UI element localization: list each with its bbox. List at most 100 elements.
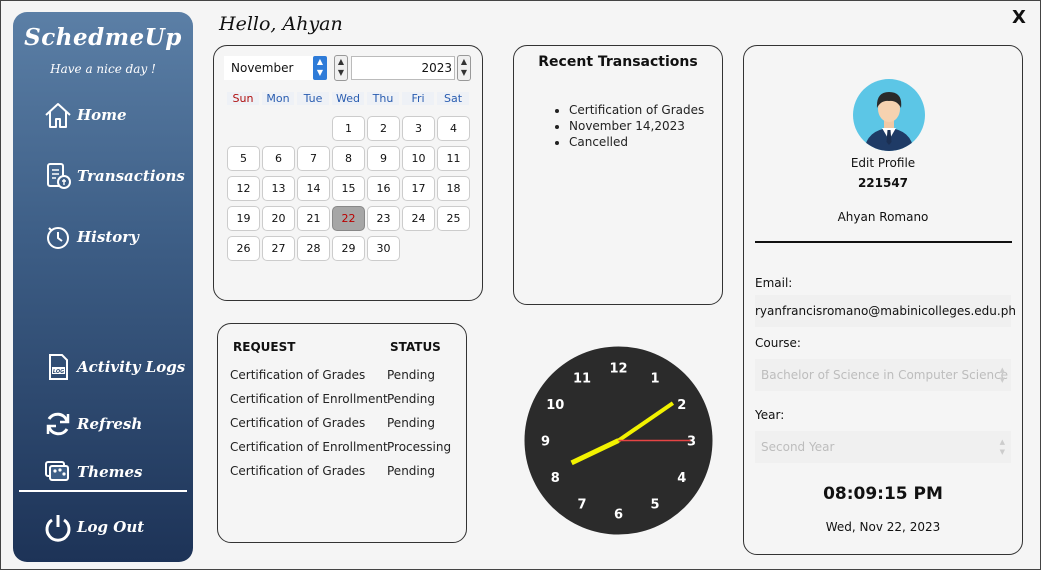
calendar-day[interactable]: 5 — [227, 146, 260, 171]
month-nav-spinner[interactable]: ▲ ▼ — [334, 55, 348, 81]
nav-transactions[interactable]: Transactions — [43, 161, 185, 191]
weekday-header: Thu — [367, 92, 399, 105]
calendar-day[interactable]: 3 — [402, 116, 435, 141]
nav-home[interactable]: Home — [43, 100, 127, 130]
calendar-day[interactable]: 27 — [262, 236, 295, 261]
calendar-day[interactable]: 25 — [437, 206, 470, 231]
student-name: Ahyan Romano — [837, 210, 929, 224]
spinner-arrows-icon: ▲ ▼ — [999, 366, 1005, 384]
year-label: Year: — [755, 408, 785, 422]
calendar-day[interactable]: 11 — [437, 146, 470, 171]
clock-number: 6 — [614, 508, 623, 523]
status-column-header: STATUS — [390, 340, 441, 354]
spinner-arrows-icon: ▲ ▼ — [999, 438, 1005, 456]
request-status: Pending — [387, 368, 435, 382]
calendar-day[interactable]: 1 — [332, 116, 365, 141]
calendar-panel: November ▲ ▼ ▲ ▼ 2023 ▲ ▼ Sun Mon Tue Wed Thu Fr… — [213, 45, 483, 301]
calendar-day[interactable]: 4 — [437, 116, 470, 141]
svg-text:LOG: LOG — [53, 369, 64, 375]
log-icon: LOG — [49, 354, 68, 380]
transactions-icon — [47, 163, 71, 189]
nav-home-label: Home — [77, 106, 127, 124]
sidebar: SchedmeUp Have a nice day ! Home Transac… — [13, 12, 193, 562]
year-select[interactable]: Second Year ▲ ▼ — [755, 431, 1011, 463]
request-status: Pending — [387, 392, 435, 406]
nav-logout[interactable]: Log Out — [43, 512, 144, 542]
calendar-day[interactable]: 15 — [332, 176, 365, 201]
edit-profile-link[interactable]: Edit Profile — [744, 156, 1022, 170]
nav-history-label: History — [77, 228, 139, 246]
clock-number: 11 — [573, 371, 591, 386]
close-button[interactable]: X — [1012, 7, 1026, 28]
calendar-day[interactable]: 23 — [367, 206, 400, 231]
calendar-day[interactable]: 13 — [262, 176, 295, 201]
recent-item: November 14,2023 — [569, 118, 704, 134]
calendar-day[interactable]: 24 — [402, 206, 435, 231]
current-date: Wed, Nov 22, 2023 — [825, 520, 941, 534]
requests-panel: REQUEST STATUS Certification of Grades Pe… — [217, 323, 467, 543]
clock-number: 12 — [609, 362, 627, 377]
year-spinner[interactable]: ▲ ▼ — [457, 55, 471, 81]
student-id: 221547 — [857, 176, 909, 190]
clock-number: 9 — [541, 435, 550, 450]
calendar-day[interactable]: 28 — [297, 236, 330, 261]
recent-item: Certification of Grades — [569, 102, 704, 118]
clock-number: 10 — [546, 398, 564, 413]
nav-themes[interactable]: Themes — [43, 457, 142, 487]
request-status: Pending — [387, 416, 435, 430]
nav-activity-logs-label: Activity Logs — [77, 358, 186, 376]
calendar-day[interactable]: 20 — [262, 206, 295, 231]
course-label: Course: — [755, 336, 801, 350]
course-select[interactable]: Bachelor of Science in Computer Science … — [755, 359, 1011, 391]
calendar-day[interactable]: 30 — [367, 236, 400, 261]
home-icon — [45, 103, 71, 128]
calendar-day[interactable]: 17 — [402, 176, 435, 201]
nav-refresh[interactable]: Refresh — [43, 409, 142, 439]
nav-refresh-label: Refresh — [77, 415, 143, 433]
year-value: Second Year — [761, 440, 835, 454]
request-status: Pending — [387, 464, 435, 478]
calendar-day[interactable]: 16 — [367, 176, 400, 201]
calendar-day[interactable]: 12 — [227, 176, 260, 201]
request-name: Certification of Enrollment — [230, 440, 388, 454]
palette-icon — [45, 461, 69, 481]
calendar-day[interactable]: 14 — [297, 176, 330, 201]
sidebar-divider — [19, 490, 187, 492]
calendar-day[interactable]: 26 — [227, 236, 260, 261]
calendar-day[interactable]: 18 — [437, 176, 470, 201]
calendar-day[interactable]: 2 — [367, 116, 400, 141]
calendar-day-selected[interactable]: 22 — [332, 206, 365, 231]
brand-title: SchedmeUp — [24, 24, 182, 51]
weekday-header: Wed — [332, 92, 364, 105]
course-value: Bachelor of Science in Computer Science — [761, 368, 1009, 382]
history-icon — [47, 227, 69, 249]
request-status: Processing — [387, 440, 452, 454]
calendar-day[interactable]: 6 — [262, 146, 295, 171]
power-icon — [45, 515, 71, 542]
avatar — [853, 79, 925, 151]
profile-divider — [755, 241, 1012, 243]
calendar-day[interactable]: 21 — [297, 206, 330, 231]
calendar-day[interactable]: 7 — [297, 146, 330, 171]
request-name: Certification of Grades — [230, 464, 366, 478]
nav-activity-logs[interactable]: LOG Activity Logs — [43, 352, 185, 382]
clock-number: 1 — [650, 371, 659, 386]
calendar-day[interactable]: 19 — [227, 206, 260, 231]
email-label: Email: — [755, 276, 793, 290]
year-selector[interactable]: 2023 — [351, 56, 455, 80]
weekday-header: Tue — [297, 92, 329, 105]
month-selector[interactable]: November — [224, 56, 320, 80]
email-field[interactable]: ryanfrancisromano@mabinicolleges.edu.ph — [755, 295, 1016, 327]
month-spinner[interactable]: ▲ ▼ — [313, 56, 327, 80]
weekday-header: Sat — [437, 92, 469, 105]
digital-time: 08:09:15 PM — [823, 484, 943, 504]
recent-transactions-panel: Recent Transactions Certification of Gra… — [513, 45, 723, 305]
nav-history[interactable]: History — [43, 222, 139, 252]
calendar-day[interactable]: 10 — [402, 146, 435, 171]
greeting: Hello, Ahyan — [219, 13, 343, 35]
request-name: Certification of Grades — [230, 368, 366, 382]
calendar-day[interactable]: 8 — [332, 146, 365, 171]
calendar-day[interactable]: 9 — [367, 146, 400, 171]
clock-number: 8 — [551, 471, 560, 486]
calendar-day[interactable]: 29 — [332, 236, 365, 261]
